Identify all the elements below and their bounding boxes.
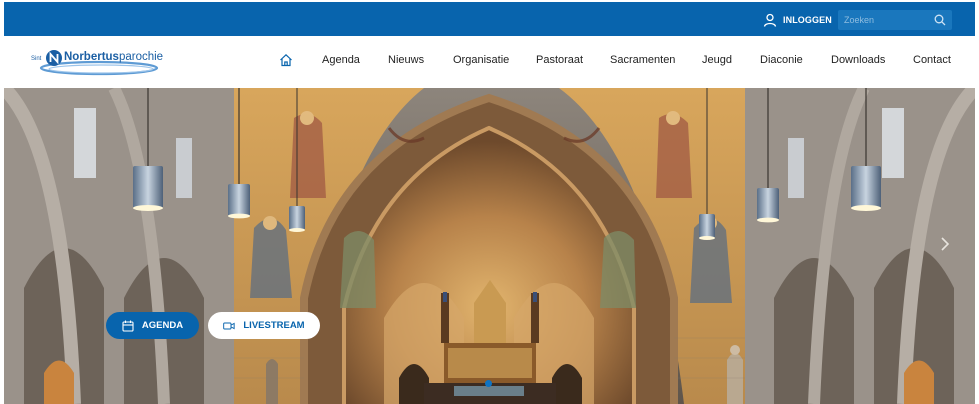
site-logo[interactable]: Sint Norbertusparochie [27, 42, 163, 82]
nav-item-contact[interactable]: Contact [913, 54, 951, 66]
nav-item-diaconie[interactable]: Diaconie [760, 54, 803, 66]
home-icon[interactable] [279, 53, 293, 67]
agenda-button[interactable]: AGENDA [106, 312, 199, 339]
nav-item-agenda[interactable]: Agenda [322, 54, 360, 66]
hero-slider: AGENDA LIVESTREAM [4, 88, 975, 404]
user-icon [763, 13, 777, 27]
logo-wordmark: Norbertusparochie [64, 51, 163, 63]
login-link[interactable]: INLOGGEN [763, 12, 832, 28]
nav-item-organisatie[interactable]: Organisatie [453, 54, 509, 66]
logo-name-rest: parochie [118, 51, 164, 63]
calendar-icon [122, 320, 134, 332]
agenda-button-label: AGENDA [141, 320, 184, 331]
search-icon[interactable] [934, 14, 946, 26]
top-utility-bar: INLOGGEN [4, 2, 975, 36]
nav-item-pastoraat[interactable]: Pastoraat [536, 54, 583, 66]
livestream-button-label: LIVESTREAM [243, 320, 305, 331]
nav-item-sacramenten[interactable]: Sacramenten [610, 54, 675, 66]
login-label: INLOGGEN [783, 15, 832, 25]
carousel-dot-active[interactable] [485, 380, 492, 387]
search-input[interactable] [838, 10, 932, 30]
livestream-button[interactable]: LIVESTREAM [208, 312, 320, 339]
church-interior-photo [4, 88, 975, 404]
nav-item-nieuws[interactable]: Nieuws [388, 54, 424, 66]
search-box [838, 10, 952, 30]
main-navigation: Sint Norbertusparochie Agenda Nieuws Org… [4, 36, 975, 89]
logo-name-bold: Norbertus [64, 51, 119, 63]
nav-item-downloads[interactable]: Downloads [831, 54, 885, 66]
nav-item-jeugd[interactable]: Jeugd [702, 54, 732, 66]
video-camera-icon [223, 322, 235, 329]
chevron-right-icon[interactable] [939, 236, 951, 252]
logo-prefix: Sint [31, 56, 42, 62]
